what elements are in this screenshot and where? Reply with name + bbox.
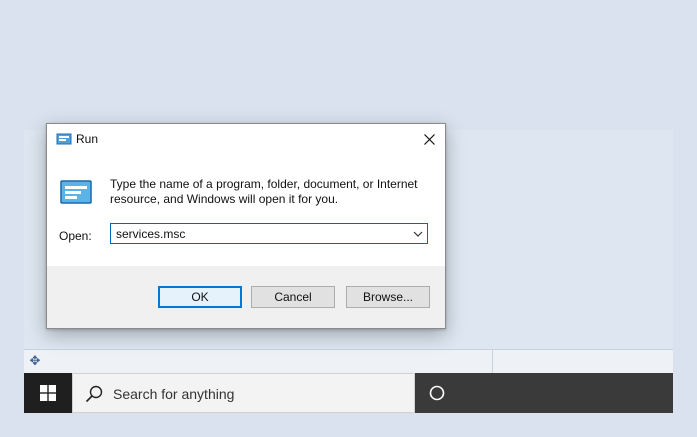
run-program-icon: [60, 180, 92, 204]
chevron-down-icon: [413, 231, 423, 237]
search-placeholder: Search for anything: [113, 386, 235, 402]
ok-button[interactable]: OK: [158, 286, 242, 308]
open-combobox[interactable]: [110, 223, 428, 244]
dialog-titlebar[interactable]: Run: [47, 124, 445, 154]
move-icon[interactable]: ✥: [28, 354, 42, 368]
dialog-content: Type the name of a program, folder, docu…: [47, 154, 445, 266]
search-icon: [85, 385, 103, 403]
run-icon: [56, 133, 72, 145]
windows-logo-icon: [40, 385, 56, 401]
open-label: Open:: [59, 229, 92, 243]
dialog-title: Run: [76, 132, 99, 146]
cortana-circle-icon[interactable]: [427, 383, 447, 403]
status-strip: ✥: [24, 349, 673, 374]
open-input[interactable]: [111, 224, 411, 243]
taskbar-search-box[interactable]: Search for anything: [72, 373, 415, 413]
taskbar: Search for anything: [24, 373, 673, 413]
desktop: ✥ Run Type the name of a program, folder…: [0, 0, 697, 437]
close-button[interactable]: [413, 124, 445, 154]
close-icon: [423, 133, 435, 145]
open-dropdown-button[interactable]: [409, 224, 427, 243]
run-dialog: Run Type the name of a program, folder, …: [46, 123, 446, 329]
taskbar-app-area: [415, 373, 673, 413]
status-divider: [492, 350, 493, 374]
start-button[interactable]: [24, 373, 72, 413]
cancel-button[interactable]: Cancel: [251, 286, 335, 308]
browse-button[interactable]: Browse...: [346, 286, 430, 308]
dialog-message: Type the name of a program, folder, docu…: [110, 177, 418, 206]
